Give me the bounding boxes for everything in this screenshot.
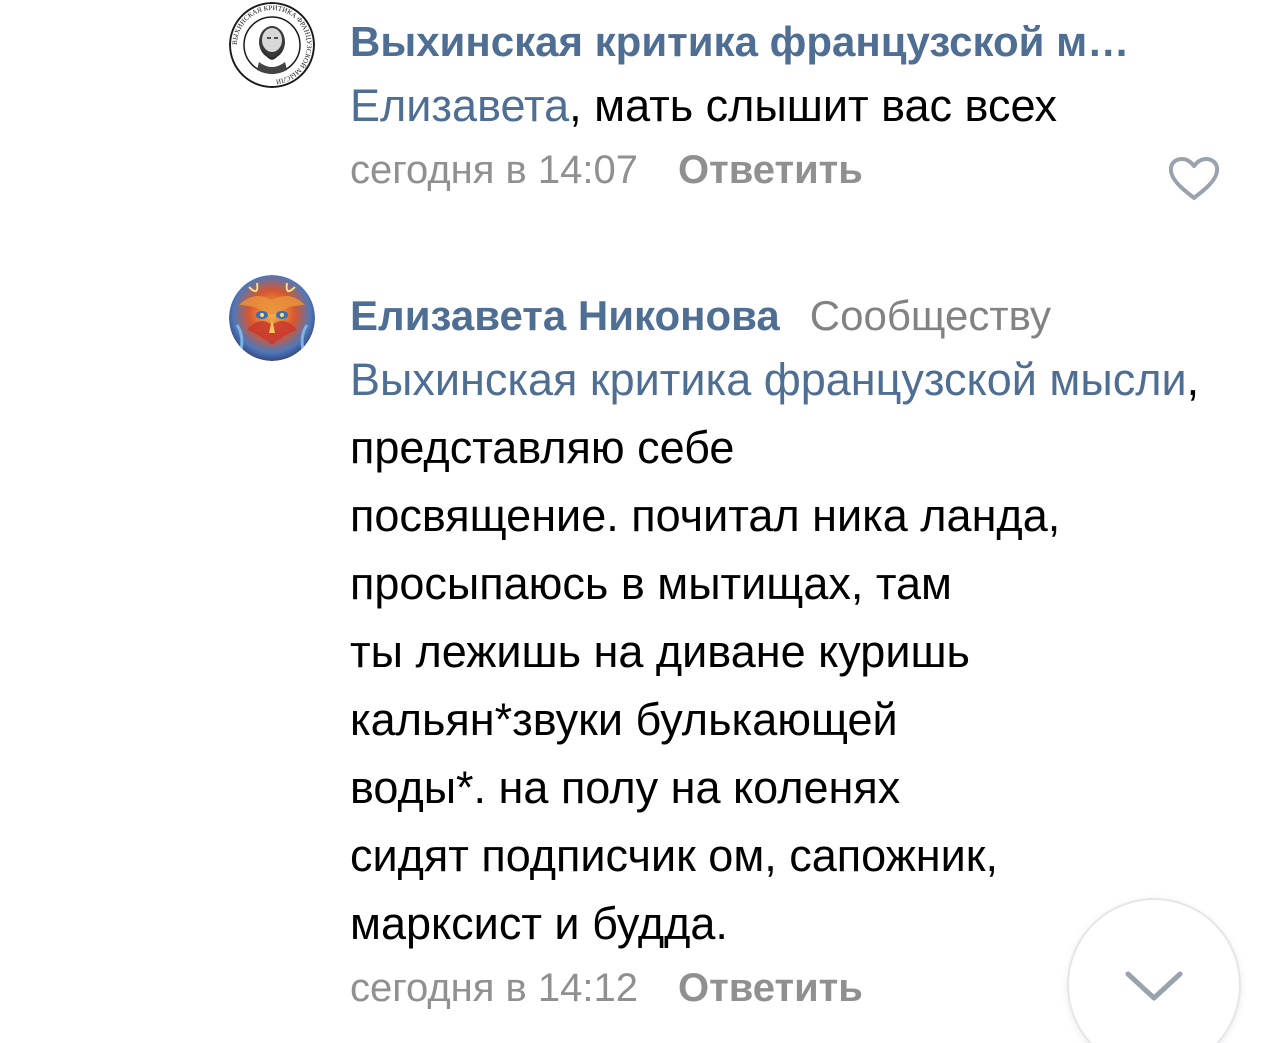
avatar[interactable]	[229, 275, 315, 361]
philosopher-bust-seal-avatar: ВЫХИНСКАЯ КРИТИКА ФРАНЦУЗСКОЙ МЫСЛИ	[229, 2, 315, 88]
reply-to-link[interactable]: Елизавета	[350, 80, 569, 131]
heart-icon	[1168, 157, 1220, 200]
reply-to-link[interactable]: Выхинская критика французской мысли	[350, 354, 1187, 405]
timestamp: сегодня в 14:12	[350, 966, 638, 1010]
psychedelic-art-avatar	[229, 275, 315, 361]
timestamp: сегодня в 14:07	[350, 148, 638, 192]
to-community-label: Сообществу	[809, 292, 1051, 339]
like-button[interactable]	[1167, 156, 1221, 202]
comment-text-body: , мать слышит вас всех	[569, 80, 1057, 131]
comment-text-line: посвящение. почитал ника ланда,	[350, 490, 1061, 541]
comment-text-line: кальян*звуки булькающей	[350, 694, 898, 745]
comment-text: Елизавета, мать слышит вас всех	[350, 72, 1210, 140]
comment-text-line: ты лежишь на диване куришь	[350, 626, 971, 677]
comment-text-line: сидят подписчик ом, сапожник,	[350, 830, 998, 881]
comment-text-line: просыпаюсь в мытищах, там	[350, 558, 952, 609]
comment-text-line: воды*. на полу на коленях	[350, 762, 901, 813]
reply-button[interactable]: Ответить	[678, 148, 863, 192]
comment-text: Выхинская критика французской мысли, пре…	[350, 346, 1210, 958]
comment-meta: сегодня в 14:07 Ответить	[350, 140, 1220, 200]
avatar[interactable]: ВЫХИНСКАЯ КРИТИКА ФРАНЦУЗСКОЙ МЫСЛИ	[229, 2, 315, 88]
comment-body: Елизавета Никонова Сообществу Выхинская к…	[350, 286, 1220, 1018]
comments-feed: ВЫХИНСКАЯ КРИТИКА ФРАНЦУЗСКОЙ МЫСЛИ Выхи…	[0, 0, 1280, 1043]
chevron-down-icon	[1125, 971, 1183, 1001]
author-name[interactable]: Выхинская критика французской м…	[350, 18, 1129, 65]
comment-body: Выхинская критика французской м… Елизаве…	[350, 12, 1220, 200]
author-name[interactable]: Елизавета Никонова	[350, 292, 780, 339]
reply-button[interactable]: Ответить	[678, 966, 863, 1010]
